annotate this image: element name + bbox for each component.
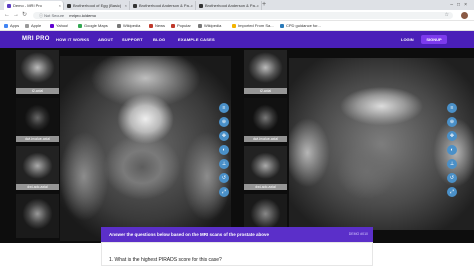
close-tab-icon[interactable]: × — [257, 1, 259, 10]
series-thumbnail[interactable]: dwi-adc-axial — [16, 146, 59, 190]
signup-button[interactable]: SIGNUP — [421, 35, 447, 44]
series-thumbnail[interactable]: dwi-bvalue-axial — [16, 98, 59, 142]
maps-icon — [78, 24, 82, 28]
bookmarks-bar: Apps Apple Yahoo! Google Maps Wikipedia … — [0, 21, 474, 31]
question-panel-body: 1. What is the highest PIRADS score for … — [101, 242, 373, 266]
bookmark-google-maps[interactable]: Google Maps — [78, 21, 108, 31]
cpd-icon — [280, 24, 284, 28]
demo-badge: DEMO #010 — [348, 232, 368, 236]
browser-tab-bar: Demo - MRI Pro × Brotherhood of Egg (Bas… — [0, 0, 474, 10]
nav-blog[interactable]: BLOG — [153, 31, 165, 48]
bookmark-wikipedia-2[interactable]: Wikipedia — [198, 21, 221, 31]
series-thumbnail[interactable] — [16, 194, 59, 238]
reset-icon[interactable]: ↺ — [447, 173, 457, 183]
pan-icon[interactable]: ✥ — [447, 131, 457, 141]
popular-icon — [171, 24, 175, 28]
expand-icon[interactable]: ⤢ — [219, 187, 229, 197]
layers-icon[interactable]: ≡ — [447, 103, 457, 113]
zoom-icon[interactable]: ⊕ — [219, 117, 229, 127]
wikipedia-icon — [198, 24, 202, 28]
zoom-icon[interactable]: ⊕ — [447, 117, 457, 127]
nav-support[interactable]: SUPPORT — [122, 31, 143, 48]
series-thumbnail[interactable]: dwi-bvalue-axial — [244, 98, 287, 142]
bookmark-news[interactable]: News — [149, 21, 165, 31]
pan-icon[interactable]: ✥ — [219, 131, 229, 141]
logo[interactable]: MRI PRO — [22, 31, 50, 48]
news-icon — [149, 24, 153, 28]
thumbnail-label: dwi-adc-axial — [244, 184, 287, 190]
back-icon[interactable]: ← — [4, 11, 10, 20]
series-thumbnail[interactable]: t2-axial — [244, 50, 287, 94]
nav-about[interactable]: ABOUT — [98, 31, 113, 48]
url-text: mripro.io/demo — [69, 13, 96, 18]
question-panel-header: Answer the questions below based on the … — [101, 227, 373, 242]
close-tab-icon[interactable]: × — [59, 1, 61, 10]
question-panel-title: Answer the questions below based on the … — [109, 232, 270, 237]
browser-tab-active[interactable]: Demo - MRI Pro × — [4, 1, 64, 10]
ruler-icon[interactable]: ⟂ — [447, 159, 457, 169]
favicon-icon — [199, 4, 203, 8]
reset-icon[interactable]: ↺ — [219, 173, 229, 183]
mri-viewer: t2-axial dwi-bvalue-axial dwi-adc-axial … — [0, 48, 474, 243]
reload-icon[interactable]: ↻ — [22, 11, 27, 20]
window-controls[interactable]: –□× — [450, 0, 471, 10]
layers-icon[interactable]: ≡ — [219, 103, 229, 113]
secondary-mri-image[interactable] — [289, 58, 474, 230]
wikipedia-icon — [117, 24, 121, 28]
close-tab-icon[interactable]: × — [125, 1, 127, 10]
forward-icon[interactable]: → — [13, 11, 19, 20]
series-thumbnail[interactable]: t2-axial — [16, 50, 59, 94]
contrast-icon[interactable]: ◐ — [447, 145, 457, 155]
bookmark-wikipedia[interactable]: Wikipedia — [117, 21, 140, 31]
yahoo-icon — [50, 24, 54, 28]
thumbnail-label: dwi-bvalue-axial — [16, 136, 59, 142]
bookmark-cpd[interactable]: CPD guidance for... — [280, 21, 321, 31]
thumbnail-label: dwi-bvalue-axial — [244, 136, 287, 142]
apps-icon — [4, 24, 8, 28]
favicon-icon — [133, 4, 137, 8]
app-header: MRI PRO HOW IT WORKS ABOUT SUPPORT BLOG … — [0, 31, 474, 48]
nav-how-it-works[interactable]: HOW IT WORKS — [56, 31, 89, 48]
profile-avatar[interactable] — [461, 12, 468, 19]
thumbnail-label: dwi-adc-axial — [16, 184, 59, 190]
left-series-thumbnails: t2-axial dwi-bvalue-axial dwi-adc-axial — [16, 50, 59, 243]
browser-tab[interactable]: Brotherhood Anderson & Pa... × — [196, 1, 262, 10]
security-label: Not Secure — [44, 13, 65, 18]
new-tab-icon[interactable]: + — [262, 0, 266, 10]
thumbnail-label: t2-axial — [16, 88, 59, 94]
star-icon[interactable]: ☆ — [445, 12, 449, 19]
right-series-thumbnails: t2-axial dwi-bvalue-axial dwi-adc-axial — [244, 50, 287, 243]
favicon-icon — [7, 4, 11, 8]
favicon-icon — [67, 4, 71, 8]
question-text: 1. What is the highest PIRADS score for … — [109, 257, 222, 263]
ruler-icon[interactable]: ⟂ — [219, 159, 229, 169]
nav-example-cases[interactable]: EXAMPLE CASES — [178, 31, 215, 48]
bookmark-yahoo[interactable]: Yahoo! — [50, 21, 68, 31]
bookmark-popular[interactable]: Popular — [171, 21, 191, 31]
security-icon: ⓘ — [39, 13, 43, 18]
primary-mri-image[interactable] — [60, 56, 231, 241]
series-thumbnail[interactable]: dwi-adc-axial — [244, 146, 287, 190]
expand-icon[interactable]: ⤢ — [447, 187, 457, 197]
folder-icon — [232, 24, 236, 28]
bookmark-imported[interactable]: Imported From Sa... — [232, 21, 274, 31]
url-input[interactable]: ⓘ Not Secure mripro.io/demo ☆ — [33, 12, 453, 19]
contrast-icon[interactable]: ◐ — [219, 145, 229, 155]
browser-tab[interactable]: Brotherhood of Egg (Basic) × — [64, 1, 130, 10]
close-tab-icon[interactable]: × — [191, 1, 193, 10]
login-link[interactable]: LOGIN — [401, 31, 414, 48]
thumbnail-label: t2-axial — [244, 88, 287, 94]
address-bar-row: ← → ↻ ⓘ Not Secure mripro.io/demo ☆ — [0, 10, 474, 21]
thumbnail-image — [16, 194, 59, 238]
bookmark-apps[interactable]: Apps — [4, 21, 19, 31]
apple-icon — [25, 24, 29, 28]
bookmark-apple[interactable]: Apple — [25, 21, 41, 31]
browser-tab[interactable]: Brotherhood Anderson & Pa... × — [130, 1, 196, 10]
